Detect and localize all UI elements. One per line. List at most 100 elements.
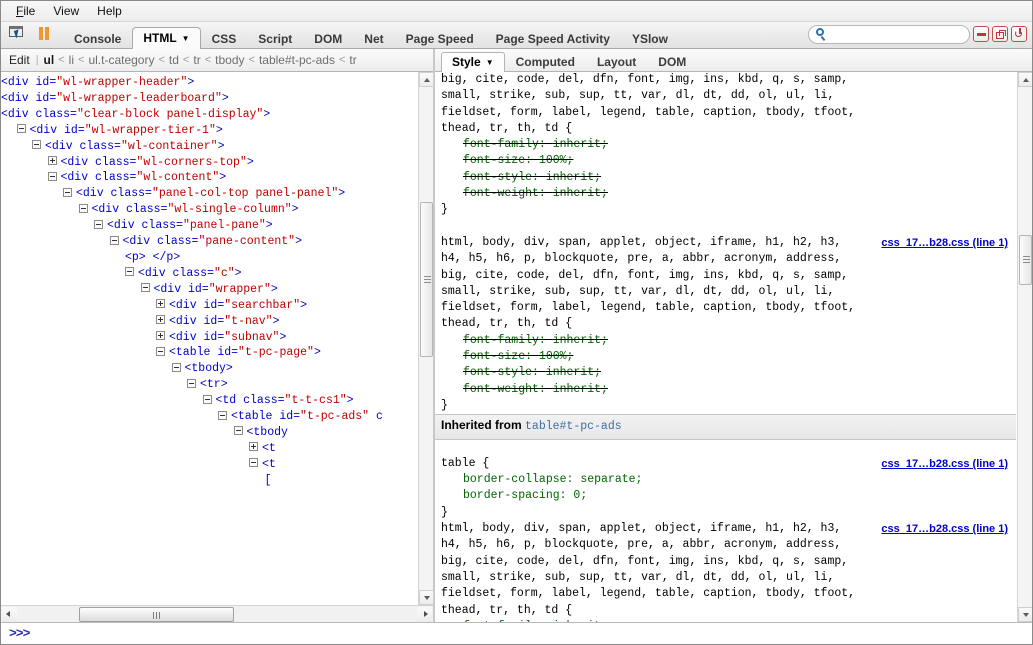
search-box[interactable] <box>808 25 970 44</box>
tab-html[interactable]: HTML ▼ <box>132 27 201 49</box>
scroll-up-arrow-icon[interactable] <box>1018 72 1032 87</box>
tab-console[interactable]: Console <box>63 28 132 49</box>
collapse-twisty-icon[interactable] <box>47 171 57 181</box>
collapse-twisty-icon[interactable] <box>109 235 119 245</box>
html-tree-node[interactable]: <t <box>1 457 418 473</box>
html-tree-node[interactable]: <div class="c"> <box>1 266 418 282</box>
tab-css[interactable]: CSS <box>201 28 248 49</box>
tab-layout[interactable]: Layout <box>586 52 647 72</box>
breadcrumb-item-tbody[interactable]: tbody <box>214 53 245 67</box>
menu-item-view[interactable]: View <box>44 2 88 21</box>
collapse-twisty-icon[interactable] <box>63 187 72 197</box>
css-property[interactable]: font-weight: inherit; <box>441 186 1016 202</box>
restore-button[interactable] <box>992 26 1008 42</box>
html-tree-node[interactable]: <div id="searchbar"> <box>1 298 418 314</box>
breadcrumb-item-ul[interactable]: ul <box>43 53 56 67</box>
css-property[interactable]: font-size: 100%; <box>441 349 1016 365</box>
html-tree-node[interactable]: <div id="wl-wrapper-tier-1"> <box>1 123 418 139</box>
scroll-up-arrow-icon[interactable] <box>419 72 434 87</box>
html-tree-vscrollbar[interactable] <box>418 72 434 605</box>
scroll-thumb[interactable] <box>420 202 433 357</box>
html-tree-node[interactable]: <div class="wl-corners-top"> <box>1 155 418 171</box>
html-tree[interactable]: <div id="wl-wrapper-header"> <div id="wl-… <box>1 72 418 605</box>
html-tree-node[interactable]: <div id="subnav"> <box>1 330 418 346</box>
scroll-left-arrow-icon[interactable] <box>2 607 17 622</box>
tab-computed[interactable]: Computed <box>505 52 586 72</box>
html-tree-node[interactable]: <div class="wl-content"> <box>1 170 418 186</box>
scroll-down-arrow-icon[interactable] <box>1018 607 1032 622</box>
css-source-link[interactable]: css_17…b28.css (line 1) <box>881 456 1008 472</box>
collapse-twisty-icon[interactable] <box>218 410 227 420</box>
menu-item-file[interactable]: File <box>7 2 44 21</box>
scroll-down-arrow-icon[interactable] <box>419 590 434 605</box>
collapse-twisty-icon[interactable] <box>16 124 26 134</box>
minimize-button[interactable] <box>973 26 989 42</box>
collapse-twisty-icon[interactable] <box>32 140 41 150</box>
html-tree-node[interactable]: <div id="wl-wrapper-leaderboard"> <box>1 91 418 107</box>
tab-dom[interactable]: DOM <box>303 28 353 49</box>
expand-twisty-icon[interactable] <box>156 330 165 340</box>
html-tree-node[interactable]: <tbody> <box>1 361 418 377</box>
css-property[interactable]: font-style: inherit; <box>441 170 1016 186</box>
tab-dom-side[interactable]: DOM <box>647 52 697 72</box>
collapse-twisty-icon[interactable] <box>171 362 181 372</box>
edit-button[interactable]: Edit <box>9 53 36 67</box>
css-property[interactable]: font-family: inherit; <box>441 619 1016 622</box>
css-property[interactable]: font-style: inherit; <box>441 365 1016 381</box>
html-tree-node[interactable]: <div class="panel-pane"> <box>1 218 418 234</box>
collapse-twisty-icon[interactable] <box>233 426 243 436</box>
html-tree-node[interactable]: <div class="wl-single-column"> <box>1 202 418 218</box>
menu-item-help[interactable]: Help <box>88 2 131 21</box>
css-rules-list[interactable]: big, cite, code, del, dfn, font, img, in… <box>435 72 1016 622</box>
collapse-twisty-icon[interactable] <box>94 219 103 229</box>
html-tree-node[interactable]: <div class="clear-block panel-display"> <box>1 107 418 123</box>
collapse-twisty-icon[interactable] <box>125 267 134 277</box>
search-input[interactable] <box>831 27 961 42</box>
tab-style[interactable]: Style ▼ <box>441 52 505 72</box>
css-source-link[interactable]: css_17…b28.css (line 1) <box>881 521 1008 537</box>
inherited-from-target[interactable]: table#t-pc-ads <box>525 420 622 433</box>
css-property[interactable]: font-weight: inherit; <box>441 382 1016 398</box>
breadcrumb-item-table-t-pc-ads[interactable]: table#t-pc-ads <box>258 53 336 67</box>
collapse-twisty-icon[interactable] <box>202 394 212 404</box>
collapse-twisty-icon[interactable] <box>156 346 165 356</box>
html-tree-node[interactable]: <div id="wl-wrapper-header"> <box>1 75 418 91</box>
breadcrumb-item-tr[interactable]: tr <box>192 53 201 67</box>
tab-net[interactable]: Net <box>353 28 394 49</box>
html-tree-node[interactable]: <p> </p> <box>1 250 418 266</box>
collapse-twisty-icon[interactable] <box>249 458 258 468</box>
expand-twisty-icon[interactable] <box>249 442 258 452</box>
html-tree-node[interactable]: <tbody <box>1 425 418 441</box>
html-tree-node[interactable]: <table id="t-pc-page"> <box>1 345 418 361</box>
tab-page-speed[interactable]: Page Speed <box>395 28 485 49</box>
collapse-twisty-icon[interactable] <box>140 283 150 293</box>
html-tree-node[interactable]: <tr> <box>1 377 418 393</box>
html-tree-node[interactable]: <div id="t-nav"> <box>1 314 418 330</box>
breadcrumb-item-td[interactable]: td <box>168 53 180 67</box>
breadcrumb-item-ul-t-category[interactable]: ul.t-category <box>87 53 155 67</box>
command-line[interactable]: >>> <box>1 622 1032 644</box>
css-property[interactable]: font-family: inherit; <box>441 333 1016 349</box>
html-tree-hscrollbar[interactable] <box>1 605 433 622</box>
html-tree-node[interactable]: <t <box>1 441 418 457</box>
style-vscrollbar[interactable] <box>1017 72 1032 622</box>
scroll-thumb[interactable] <box>1019 235 1032 285</box>
css-property[interactable]: font-size: 100%; <box>441 153 1016 169</box>
html-tree-node[interactable]: <div class="pane-content"> <box>1 234 418 250</box>
expand-twisty-icon[interactable] <box>156 299 165 309</box>
expand-twisty-icon[interactable] <box>156 315 165 325</box>
css-property[interactable]: font-family: inherit; <box>441 137 1016 153</box>
pause-icon[interactable] <box>37 27 51 41</box>
expand-twisty-icon[interactable] <box>47 156 57 165</box>
html-tree-node[interactable]: [ <box>1 473 418 489</box>
html-tree-node[interactable]: <td class="t-t-cs1"> <box>1 393 418 409</box>
tab-yslow[interactable]: YSlow <box>621 28 679 49</box>
close-button[interactable] <box>1011 26 1027 42</box>
html-tree-node[interactable]: <table id="t-pc-ads" c <box>1 409 418 425</box>
html-tree-node[interactable]: <div id="wrapper"> <box>1 282 418 298</box>
css-property[interactable]: border-spacing: 0; <box>441 488 1016 504</box>
tab-page-speed-activity[interactable]: Page Speed Activity <box>485 28 621 49</box>
command-line-input[interactable] <box>29 625 1032 642</box>
hscroll-thumb[interactable] <box>79 607 234 622</box>
html-tree-node[interactable]: <div class="panel-col-top panel-panel"> <box>1 186 418 202</box>
